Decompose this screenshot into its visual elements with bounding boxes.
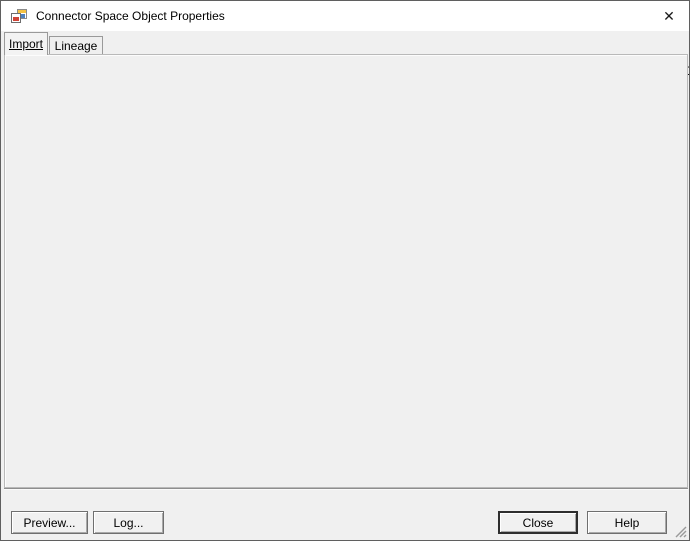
- window-title: Connector Space Object Properties: [36, 9, 225, 23]
- close-icon[interactable]: ✕: [654, 1, 684, 31]
- tab-strip: Import Lineage: [1, 31, 689, 55]
- log-button[interactable]: Log...: [93, 511, 164, 534]
- resize-grip-icon[interactable]: [673, 524, 687, 538]
- tab-lineage[interactable]: Lineage: [49, 36, 103, 55]
- tab-page-import: [4, 54, 688, 488]
- title-bar: Connector Space Object Properties ✕: [1, 1, 689, 31]
- help-button[interactable]: Help: [587, 511, 667, 534]
- dialog-window: Connector Space Object Properties ✕ Impo…: [0, 0, 690, 541]
- tab-import-label: Import: [9, 37, 43, 51]
- tab-import[interactable]: Import: [4, 32, 48, 55]
- app-icon: [11, 8, 27, 24]
- preview-button[interactable]: Preview...: [11, 511, 88, 534]
- tab-lineage-label: Lineage: [55, 39, 98, 53]
- close-button[interactable]: Close: [498, 511, 578, 534]
